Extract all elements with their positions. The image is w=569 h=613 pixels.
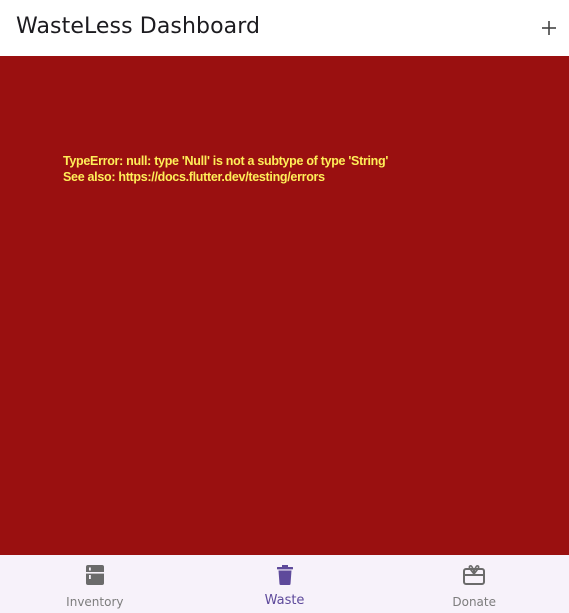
- nav-item-inventory[interactable]: Inventory: [0, 555, 190, 613]
- error-message: TypeError: null: type 'Null' is not a su…: [63, 153, 388, 185]
- bottom-navigation-bar: Inventory Waste Donate: [0, 555, 569, 613]
- gift-card-icon: [463, 564, 486, 586]
- nav-label-inventory: Inventory: [66, 595, 124, 609]
- trash-icon: [274, 564, 296, 586]
- fridge-icon: [84, 564, 106, 586]
- nav-label-waste: Waste: [264, 593, 305, 608]
- app-root: WasteLess Dashboard TypeError: null: typ…: [0, 0, 569, 613]
- error-line-type: TypeError: null: type 'Null' is not a su…: [63, 154, 389, 168]
- page-title: WasteLess Dashboard: [16, 14, 261, 39]
- add-button[interactable]: [537, 12, 561, 44]
- nav-item-donate[interactable]: Donate: [379, 555, 569, 613]
- nav-item-waste[interactable]: Waste: [190, 555, 380, 613]
- error-line-link: See also: https://docs.flutter.dev/testi…: [63, 170, 325, 184]
- error-screen: TypeError: null: type 'Null' is not a su…: [0, 56, 569, 555]
- plus-icon: [542, 21, 556, 35]
- nav-label-donate: Donate: [452, 595, 496, 609]
- app-bar: WasteLess Dashboard: [0, 0, 569, 56]
